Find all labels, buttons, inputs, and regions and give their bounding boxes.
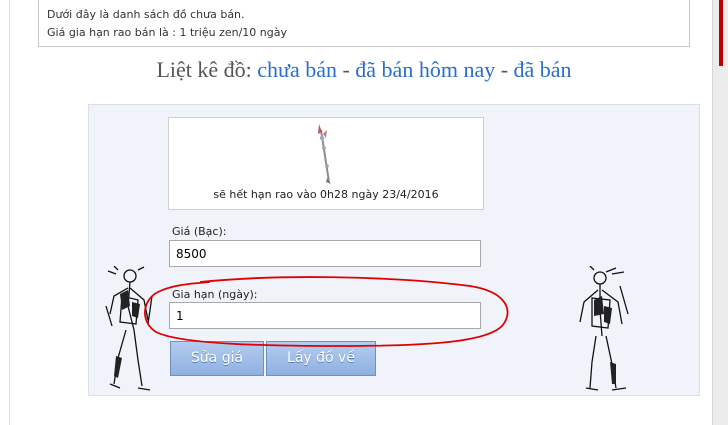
notice-box: Dưới đây là danh sách đồ chưa bán. Giá g… (38, 0, 690, 47)
title-prefix: Liệt kê đồ: (156, 57, 252, 82)
expiry-text: sẽ hết hạn rao vào 0h28 ngày 23/4/2016 (213, 188, 439, 201)
warrior-right-icon (579, 266, 629, 391)
price-input[interactable]: 8500 (169, 240, 481, 267)
page-title: Liệt kê đồ: chưa bán - đã bán hôm nay - … (0, 57, 728, 83)
notice-line-unsold: Dưới đây là danh sách đồ chưa bán. (47, 8, 245, 21)
price-label: Giá (Bạc): (172, 225, 227, 238)
annotation-circle (144, 276, 509, 347)
link-sold[interactable]: đã bán (514, 57, 572, 82)
title-separator: - (342, 57, 350, 82)
link-sold-today[interactable]: đã bán hôm nay (355, 57, 495, 82)
link-unsold[interactable]: chưa bán (257, 57, 337, 82)
spear-item-icon (318, 124, 331, 184)
notice-line-renewal-price: Giá gia hạn rao bán là : 1 triệu zen/10 … (47, 26, 287, 39)
item-card: sẽ hết hạn rao vào 0h28 ngày 23/4/2016 (168, 117, 484, 210)
title-separator: - (500, 57, 509, 82)
